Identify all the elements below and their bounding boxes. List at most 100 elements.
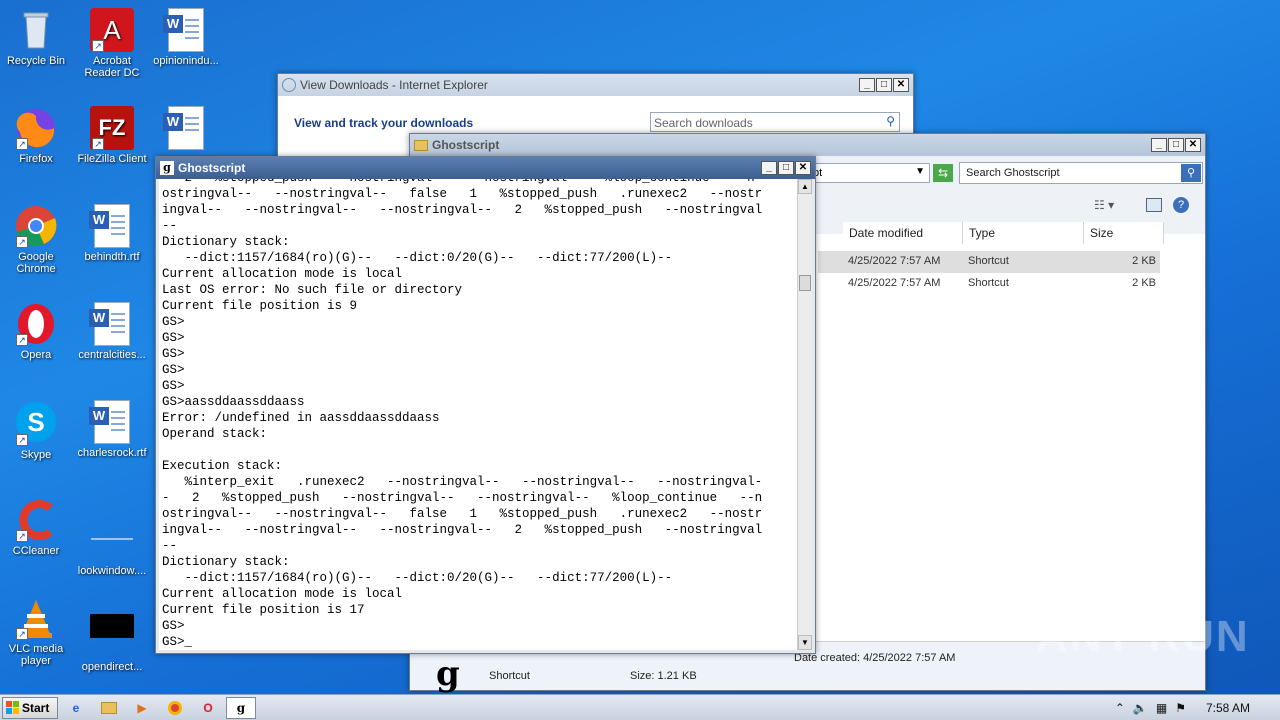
taskbar-explorer-button[interactable] bbox=[94, 697, 124, 719]
desktop-icon-label: opendirect... bbox=[81, 661, 143, 673]
clock[interactable]: 7:58 AM bbox=[1206, 701, 1250, 715]
preview-pane-icon[interactable] bbox=[1146, 198, 1162, 212]
anyrun-watermark: ANY RUN bbox=[1036, 612, 1250, 661]
console-output-area[interactable]: 2 %stopped_push --nostringval-- --nostri… bbox=[159, 179, 797, 650]
help-icon[interactable]: ? bbox=[1173, 197, 1189, 213]
console-line: GS>_ bbox=[162, 635, 193, 649]
taskbar-opera-button[interactable]: O bbox=[193, 697, 223, 719]
desktop-icon-recycle-bin[interactable]: Recycle Bin bbox=[0, 8, 72, 67]
shortcut-arrow-icon: ↗ bbox=[92, 138, 104, 150]
taskbar-ghostscript-button[interactable]: g bbox=[226, 696, 256, 719]
column-header-type[interactable]: Type bbox=[963, 222, 1084, 244]
console-line: Dictionary stack: bbox=[162, 555, 290, 569]
ghostscript-icon: g bbox=[160, 161, 174, 175]
firefox-icon: ↗ bbox=[14, 106, 58, 150]
console-line: Error: /undefined in aassddaassddaass bbox=[162, 411, 440, 425]
details-size: Size: 1.21 KB bbox=[630, 670, 697, 682]
scroll-down-icon[interactable]: ▼ bbox=[798, 635, 812, 650]
desktop-icon-behindth[interactable]: W behindth.rtf bbox=[76, 204, 148, 263]
view-options-icon[interactable]: ☷ ▾ bbox=[1094, 198, 1114, 212]
scroll-thumb[interactable] bbox=[799, 275, 811, 291]
refresh-icon[interactable]: ⇆ bbox=[933, 164, 953, 182]
console-line: Operand stack: bbox=[162, 427, 268, 441]
desktop-icon-opinionindu[interactable]: W opinionindu... bbox=[150, 8, 222, 67]
ie-icon: e bbox=[72, 700, 80, 715]
maximize-button[interactable]: □ bbox=[876, 78, 892, 92]
column-header-date-modified[interactable]: Date modified bbox=[843, 222, 963, 244]
chrome-icon bbox=[168, 700, 182, 715]
maximize-button[interactable]: □ bbox=[1168, 138, 1184, 152]
downloads-search-box[interactable]: Search downloads ⚲ bbox=[650, 112, 900, 132]
close-button[interactable]: ✕ bbox=[893, 78, 909, 92]
volume-icon[interactable]: 🔈 bbox=[1133, 701, 1148, 715]
address-dropdown-icon[interactable]: ▼ bbox=[915, 166, 925, 177]
desktop-icon-vlc[interactable]: ↗ VLC media player bbox=[0, 596, 72, 667]
action-center-flag-icon[interactable]: ⚑ bbox=[1175, 701, 1186, 715]
desktop-icon-chrome[interactable]: ↗ Google Chrome bbox=[0, 204, 72, 275]
desktop-icon-acrobat[interactable]: A ↗ Acrobat Reader DC bbox=[76, 8, 148, 79]
downloads-search-input[interactable]: Search downloads bbox=[654, 116, 753, 130]
word-document-icon: W bbox=[89, 204, 134, 248]
desktop-icon-label: lookwindow.... bbox=[77, 565, 147, 577]
word-document-icon: W bbox=[89, 302, 134, 346]
desktop-icon-ccleaner[interactable]: ↗ CCleaner bbox=[0, 498, 72, 557]
desktop-icon-charlesrock[interactable]: W charlesrock.rtf bbox=[76, 400, 148, 459]
desktop-icon-lookwindow[interactable]: lookwindow.... bbox=[76, 498, 148, 577]
console-title-bar: g Ghostscript _ □ ✕ bbox=[156, 157, 815, 179]
desktop-icon-opera[interactable]: ↗ Opera bbox=[0, 302, 72, 361]
address-bar[interactable]: pt ▼ bbox=[810, 163, 930, 183]
desktop-icon-label: Acrobat Reader DC bbox=[84, 55, 140, 79]
desktop-icon-label: Firefox bbox=[19, 153, 53, 165]
close-button[interactable]: ✕ bbox=[1185, 138, 1201, 152]
console-line: - 2 %stopped_push --nostringval-- --nost… bbox=[162, 491, 763, 505]
tray-expand-icon[interactable]: ⌃ bbox=[1115, 701, 1125, 715]
search-icon[interactable]: ⚲ bbox=[1181, 164, 1201, 182]
desktop-icon-label: centralcities... bbox=[78, 349, 146, 361]
minimize-button[interactable]: _ bbox=[1151, 138, 1167, 152]
file-type: Shortcut bbox=[968, 277, 1009, 289]
console-scrollbar[interactable]: ▲ ▼ bbox=[797, 179, 812, 650]
console-line: GS> bbox=[162, 619, 185, 633]
file-row[interactable]: 4/25/2022 7:57 AM Shortcut 2 KB bbox=[818, 251, 1160, 273]
desktop-icon-skype[interactable]: S ↗ Skype bbox=[0, 400, 72, 461]
media-player-icon: ▶ bbox=[137, 700, 147, 715]
maximize-button[interactable]: □ bbox=[778, 161, 794, 175]
desktop-icon-filezilla[interactable]: FZ ↗ FileZilla Client bbox=[76, 106, 148, 165]
desktop-icon-centralcities[interactable]: W centralcities... bbox=[76, 302, 148, 361]
taskbar-ie-button[interactable]: e bbox=[61, 697, 91, 719]
start-button[interactable]: Start bbox=[2, 696, 58, 719]
explorer-search-input[interactable]: Search Ghostscript bbox=[966, 167, 1060, 179]
shortcut-arrow-icon: ↗ bbox=[16, 138, 28, 150]
desktop-icon-label: VLC media player bbox=[8, 643, 64, 667]
taskbar: Start e ▶ O g ⌃ 🔈 ▦ ⚑ 7:58 AM bbox=[0, 694, 1280, 720]
folder-icon bbox=[101, 701, 117, 714]
minimize-button[interactable]: _ bbox=[859, 78, 875, 92]
minimize-button[interactable]: _ bbox=[761, 161, 777, 175]
scroll-up-icon[interactable]: ▲ bbox=[798, 179, 812, 194]
console-line: GS> bbox=[162, 379, 185, 393]
desktop-icon-label: FileZilla Client bbox=[77, 153, 147, 165]
shortcut-arrow-icon: ↗ bbox=[16, 434, 28, 446]
explorer-window-title: Ghostscript bbox=[432, 138, 500, 152]
ghostscript-icon: g bbox=[236, 700, 246, 715]
console-line: GS> bbox=[162, 331, 185, 345]
close-button[interactable]: ✕ bbox=[795, 161, 811, 175]
desktop-icon-opendirect[interactable]: opendirect... bbox=[76, 596, 148, 673]
details-date-created: Date created: 4/25/2022 7:57 AM bbox=[794, 652, 956, 664]
explorer-search-box[interactable]: Search Ghostscript ⚲ bbox=[959, 162, 1203, 184]
network-icon[interactable]: ▦ bbox=[1156, 701, 1167, 715]
blank-file-icon bbox=[90, 518, 134, 562]
desktop-icon-word-doc-2[interactable]: W bbox=[150, 106, 222, 153]
desktop-icon-label: charlesrock.rtf bbox=[77, 447, 147, 459]
start-label: Start bbox=[22, 700, 50, 715]
file-row[interactable]: 4/25/2022 7:57 AM Shortcut 2 KB bbox=[818, 273, 1160, 295]
taskbar-media-button[interactable]: ▶ bbox=[127, 697, 157, 719]
desktop-icon-label: Skype bbox=[20, 449, 52, 461]
ie-icon bbox=[282, 78, 296, 92]
taskbar-chrome-button[interactable] bbox=[160, 697, 190, 719]
shortcut-arrow-icon: ↗ bbox=[16, 628, 28, 640]
console-line: ostringval-- --nostringval-- false 1 %st… bbox=[162, 187, 763, 201]
desktop-icon-firefox[interactable]: ↗ Firefox bbox=[0, 106, 72, 165]
column-header-size[interactable]: Size bbox=[1084, 222, 1164, 244]
